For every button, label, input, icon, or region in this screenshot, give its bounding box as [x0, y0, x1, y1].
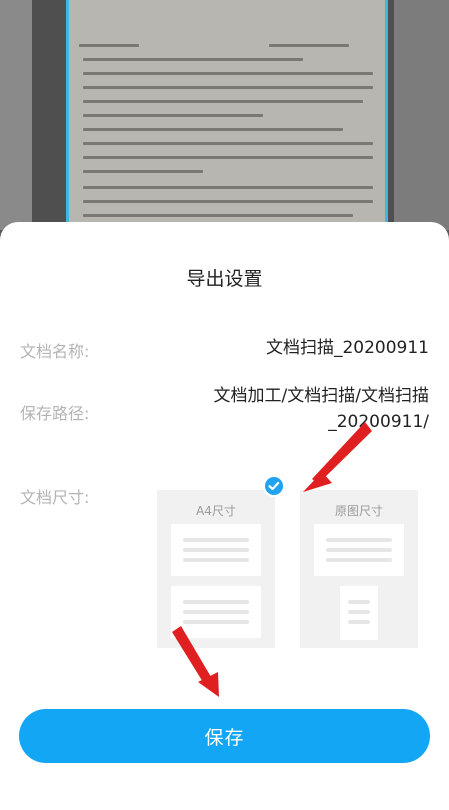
- arrow-to-a4-option: [303, 422, 372, 492]
- annotation-arrows: [172, 422, 372, 697]
- arrow-to-save-button: [172, 626, 219, 697]
